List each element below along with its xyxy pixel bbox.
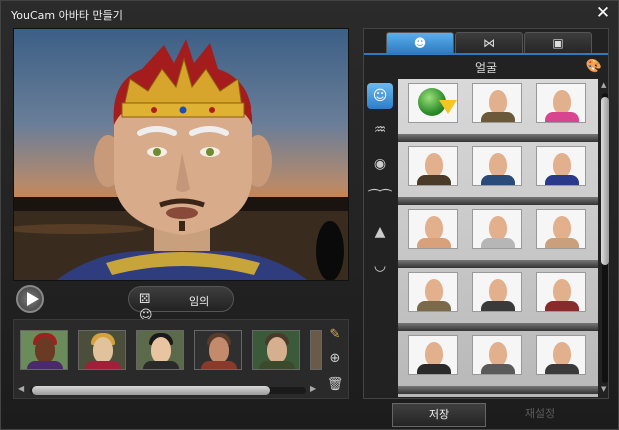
window-title: YouCam 아바타 만들기 [11,9,123,22]
nose-icon: ▲ [374,224,386,240]
face-icon: ☺ [372,88,388,104]
avatar-thumb[interactable] [252,330,300,370]
avatar-strip-scrollbar[interactable]: ◀ ▶ [18,384,318,396]
face-option[interactable] [408,272,458,312]
lips-icon: ◡ [373,258,387,274]
avatar-maker-window: YouCam 아바타 만들기 ✕ ⚄☺ 임의 ✎ ⊕ 🗑 ◀ ▶ ☻ ⋈ ▣ 얼… [0,0,619,430]
category-nose[interactable]: ▲ [367,219,393,245]
avatar-thumb[interactable] [136,330,184,370]
face-option[interactable] [472,272,522,312]
category-face[interactable]: ☺ [367,83,393,109]
random-button-label: 임의 [189,295,210,308]
random-button[interactable]: ⚄☺ 임의 [128,286,234,323]
play-icon [27,292,39,306]
close-icon[interactable]: ✕ [594,4,612,22]
accessory-tab-icon: ⋈ [483,36,495,50]
shelf-row [398,142,598,205]
category-eyes[interactable]: ◉ [367,151,393,177]
scrollbar-thumb[interactable] [32,386,270,395]
background-tab-icon: ▣ [552,36,564,50]
download-more-item[interactable] [408,83,458,123]
category-title: 얼굴 [474,61,498,75]
scroll-right-icon[interactable]: ▶ [310,384,316,393]
shelf [398,260,598,268]
edit-avatar-icon[interactable]: ✎ [326,326,344,344]
shelf [398,323,598,331]
face-option[interactable] [408,146,458,186]
avatar-preview[interactable] [13,28,349,281]
face-option[interactable] [408,209,458,249]
title-bar: YouCam 아바타 만들기 ✕ [1,1,619,27]
scrollbar-thumb[interactable] [601,97,609,265]
category-list: ☺ ♒ ◉ ⁀⁀ ▲ ◡ [364,79,396,399]
face-option[interactable] [536,272,586,312]
shelf-row [398,331,598,394]
category-hair[interactable]: ♒ [367,117,393,143]
tab-background[interactable]: ▣ [524,32,592,54]
shelf-row [398,79,598,142]
face-option[interactable] [472,83,522,123]
avatar-render [14,39,348,280]
scroll-up-icon[interactable]: ▲ [601,81,606,89]
avatar-thumb[interactable] [78,330,126,370]
category-lips[interactable]: ◡ [367,253,393,279]
avatar-thumb[interactable] [20,330,68,370]
shelf-row [398,205,598,268]
tab-bar: ☻ ⋈ ▣ [386,32,592,54]
face-tab-icon: ☻ [413,36,427,50]
play-button[interactable] [16,285,44,313]
eyebrow-icon: ⁀⁀ [368,190,392,206]
avatar-strip: ✎ ⊕ 🗑 ◀ ▶ [13,319,349,399]
shelf [398,197,598,205]
option-grid-scrollbar[interactable]: ▲ ▼ [600,79,610,397]
shelf-row [398,268,598,331]
tab-underline [364,53,608,55]
palette-icon[interactable]: 🎨 [586,59,602,74]
save-button[interactable]: 저장 [392,403,486,427]
download-arrow-icon [439,100,457,114]
reset-button[interactable]: 재설정 [493,403,587,427]
hair-icon: ♒ [373,122,387,138]
eye-icon: ◉ [373,156,387,172]
face-option[interactable] [472,146,522,186]
face-option[interactable] [472,335,522,375]
face-option[interactable] [472,209,522,249]
face-option[interactable] [536,83,586,123]
scroll-left-icon[interactable]: ◀ [18,384,24,393]
shelf [398,134,598,142]
tab-accessory[interactable]: ⋈ [455,32,523,54]
face-option[interactable] [536,335,586,375]
customization-panel: ☻ ⋈ ▣ 얼굴 🎨 ☺ ♒ ◉ ⁀⁀ ▲ ◡ ▲ ▼ [363,28,609,399]
tab-face[interactable]: ☻ [386,32,454,54]
face-option[interactable] [536,146,586,186]
avatar-thumb-partial[interactable] [310,330,322,370]
avatar-thumb[interactable] [194,330,242,370]
option-grid [398,79,598,397]
dice-icon: ⚄☺ [139,292,153,323]
face-option[interactable] [536,209,586,249]
face-option[interactable] [408,335,458,375]
shelf [398,386,598,394]
scroll-down-icon[interactable]: ▼ [601,385,606,393]
category-eyebrows[interactable]: ⁀⁀ [367,185,393,211]
add-avatar-icon[interactable]: ⊕ [326,350,344,368]
trash-icon[interactable]: 🗑 [326,376,344,394]
